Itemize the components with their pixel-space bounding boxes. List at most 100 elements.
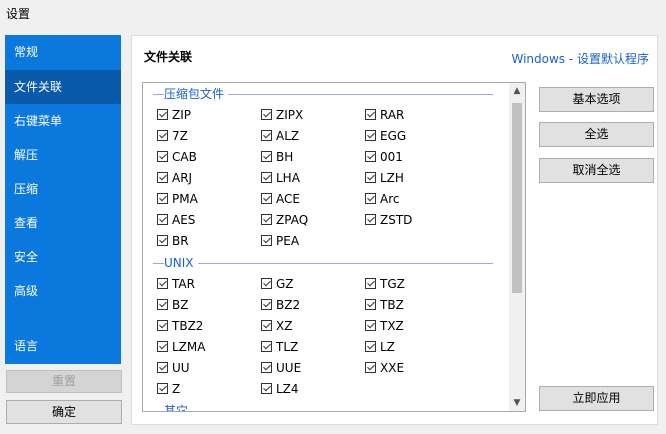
file-type-label: BR — [172, 234, 189, 248]
scroll-down-icon[interactable]: ▼ — [509, 395, 525, 411]
file-type-label: UUE — [276, 361, 302, 375]
scrollbar-thumb[interactable] — [512, 103, 522, 293]
select-all-button[interactable]: 全选 — [539, 122, 654, 147]
file-type-label: LHA — [276, 171, 300, 185]
checkbox-checked-icon — [261, 299, 272, 310]
checkbox-checked-icon — [157, 341, 168, 352]
file-type-checkbox[interactable]: RAR — [365, 106, 404, 124]
file-type-label: TGZ — [380, 277, 405, 291]
file-type-checkbox[interactable]: LHA — [261, 169, 300, 187]
set-default-programs-link[interactable]: Windows - 设置默认程序 — [511, 50, 649, 67]
file-type-checkbox[interactable]: 7Z — [157, 127, 188, 145]
sidebar-item-file-association[interactable]: 文件关联 — [5, 70, 121, 104]
file-type-checkbox[interactable]: XZ — [261, 317, 292, 335]
sidebar-item-view[interactable]: 查看 — [5, 206, 121, 240]
file-type-checkbox[interactable]: ZPAQ — [261, 211, 308, 229]
checkbox-checked-icon — [261, 193, 272, 204]
sidebar-item-extract[interactable]: 解压 — [5, 138, 121, 172]
file-type-checkbox[interactable]: EGG — [365, 127, 406, 145]
checkbox-checked-icon — [157, 299, 168, 310]
file-type-label: LZMA — [172, 340, 206, 354]
file-type-label: RAR — [380, 108, 405, 122]
sidebar-item-context-menu[interactable]: 右键菜单 — [5, 104, 121, 138]
checkbox-checked-icon — [157, 235, 168, 246]
file-type-checkbox[interactable]: LZMA — [157, 338, 205, 356]
checkbox-checked-icon — [157, 383, 168, 394]
file-type-checkbox[interactable]: GZ — [261, 275, 294, 293]
file-type-label: AES — [172, 213, 196, 227]
checkbox-checked-icon — [261, 341, 272, 352]
checkbox-checked-icon — [261, 320, 272, 331]
scrollbar[interactable]: ▲ ▼ — [509, 83, 525, 411]
checkbox-checked-icon — [261, 383, 272, 394]
sidebar-item-compress[interactable]: 压缩 — [5, 172, 121, 206]
checkbox-checked-icon — [365, 320, 376, 331]
group-title-label: 压缩包文件 — [164, 86, 229, 102]
file-type-label: BH — [276, 150, 294, 164]
file-type-label: TBZ — [380, 298, 404, 312]
file-type-checkbox[interactable]: UUE — [261, 359, 301, 377]
file-type-checkbox[interactable]: ARJ — [157, 169, 192, 187]
file-type-label: CAB — [172, 150, 197, 164]
checkbox-checked-icon — [157, 320, 168, 331]
file-type-checkbox[interactable]: Arc — [365, 190, 399, 208]
checkbox-checked-icon — [157, 151, 168, 162]
file-type-checkbox[interactable]: BH — [261, 148, 293, 166]
sidebar-item-language[interactable]: 语言 — [5, 329, 121, 363]
sidebar-item-advanced[interactable]: 高级 — [5, 274, 121, 308]
ok-button[interactable]: 确定 — [6, 400, 122, 424]
file-type-checkbox[interactable]: ALZ — [261, 127, 299, 145]
checkbox-checked-icon — [365, 278, 376, 289]
sidebar-item-security[interactable]: 安全 — [5, 240, 121, 274]
file-type-label: TLZ — [276, 340, 299, 354]
file-type-checkbox[interactable]: ZIPX — [261, 106, 303, 124]
file-type-checkbox[interactable]: 001 — [365, 148, 403, 166]
file-type-label: LZH — [380, 171, 404, 185]
file-type-checkbox[interactable]: TLZ — [261, 338, 298, 356]
file-type-label: BZ2 — [276, 298, 301, 312]
file-type-checkbox[interactable]: TXZ — [365, 317, 404, 335]
file-type-checkbox[interactable]: UU — [157, 359, 190, 377]
checkbox-checked-icon — [261, 130, 272, 141]
file-type-checkbox[interactable]: BZ — [157, 296, 188, 314]
file-type-checkbox[interactable]: XXE — [365, 359, 404, 377]
file-type-checkbox[interactable]: PMA — [157, 190, 198, 208]
file-type-label: TXZ — [380, 319, 404, 333]
file-type-checkbox[interactable]: ZSTD — [365, 211, 412, 229]
file-type-checkbox[interactable]: LZ — [365, 338, 395, 356]
checkbox-checked-icon — [365, 172, 376, 183]
file-type-checkbox[interactable]: CAB — [157, 148, 197, 166]
scroll-up-icon[interactable]: ▲ — [509, 83, 525, 99]
file-type-label: PMA — [172, 192, 198, 206]
checkbox-checked-icon — [261, 109, 272, 120]
checkbox-checked-icon — [261, 235, 272, 246]
file-type-checkbox[interactable]: LZ4 — [261, 380, 299, 398]
file-type-checkbox[interactable]: ACE — [261, 190, 300, 208]
sidebar-item-general[interactable]: 常规 — [5, 35, 121, 69]
file-type-checkbox[interactable]: Z — [157, 380, 180, 398]
file-type-checkbox[interactable]: BR — [157, 232, 189, 250]
file-type-label: 001 — [380, 150, 403, 164]
file-type-label: PEA — [276, 234, 300, 248]
file-type-checkbox[interactable]: TAR — [157, 275, 195, 293]
file-association-panel: 文件关联 Windows - 设置默认程序 压缩包文件 ZIP ZIPX RAR 7Z A… — [131, 35, 658, 425]
apply-now-button[interactable]: 立即应用 — [539, 386, 654, 411]
basic-options-button[interactable]: 基本选项 — [539, 87, 654, 112]
file-type-label: LZ4 — [276, 382, 299, 396]
file-type-checkbox[interactable]: BZ2 — [261, 296, 300, 314]
file-type-checkbox[interactable]: TBZ2 — [157, 317, 203, 335]
checkbox-checked-icon — [261, 214, 272, 225]
checkbox-checked-icon — [157, 109, 168, 120]
panel-title: 文件关联 — [144, 50, 193, 64]
file-type-checkbox[interactable]: PEA — [261, 232, 299, 250]
deselect-all-button[interactable]: 取消全选 — [539, 158, 654, 183]
file-type-checkbox[interactable]: AES — [157, 211, 195, 229]
file-type-checkbox[interactable]: ZIP — [157, 106, 191, 124]
file-type-label: EGG — [380, 129, 407, 143]
file-type-label: ZIPX — [276, 108, 304, 122]
file-type-checkbox[interactable]: TBZ — [365, 296, 404, 314]
file-type-checkbox[interactable]: LZH — [365, 169, 404, 187]
reset-button[interactable]: 重置 — [6, 370, 122, 393]
file-type-checkbox[interactable]: TGZ — [365, 275, 405, 293]
file-type-label: ZPAQ — [276, 213, 309, 227]
